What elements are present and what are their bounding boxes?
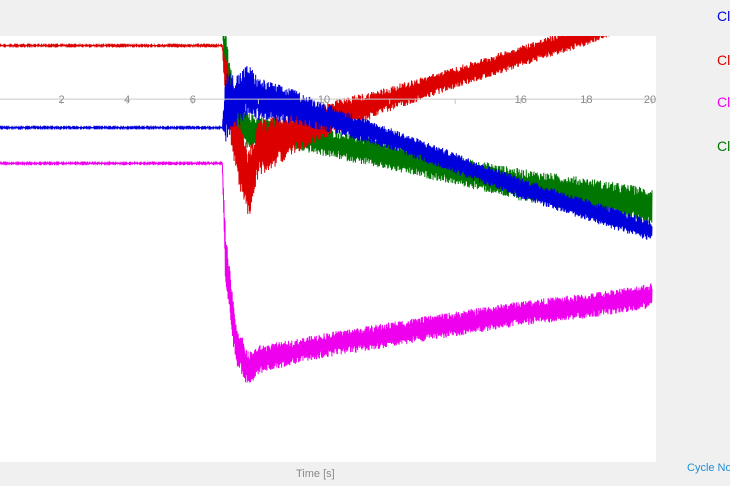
x-tick-label: 6 (190, 94, 196, 106)
legend-label: Cl (717, 94, 730, 110)
x-tick-label: 20 (644, 94, 656, 106)
legend-item-series-3[interactable]: Cl (717, 94, 730, 110)
chart-title-fragment: ^^^ (380, 0, 403, 7)
series-layer (0, 36, 653, 383)
plot-area: 2 4 6 10 16 18 20 (0, 36, 656, 462)
x-tick-label: 4 (124, 94, 130, 106)
x-tick-label: 16 (515, 94, 527, 106)
cycle-number-link[interactable]: Cycle No (687, 462, 730, 474)
legend-label: Cl (717, 52, 730, 68)
legend-label: Cl (717, 138, 730, 154)
x-tick-label: 2 (59, 94, 65, 106)
legend-label: Cl (717, 8, 730, 24)
x-tick-label: 10 (318, 94, 330, 106)
legend-item-series-2[interactable]: Cl (717, 52, 730, 68)
x-tick-label: 18 (580, 94, 592, 106)
legend-item-series-1[interactable]: Cl (717, 8, 730, 24)
legend-item-series-4[interactable]: Cl (717, 138, 730, 154)
line-chart: 2 4 6 10 16 18 20 (0, 36, 656, 383)
x-axis-label: Time [s] (296, 468, 335, 480)
